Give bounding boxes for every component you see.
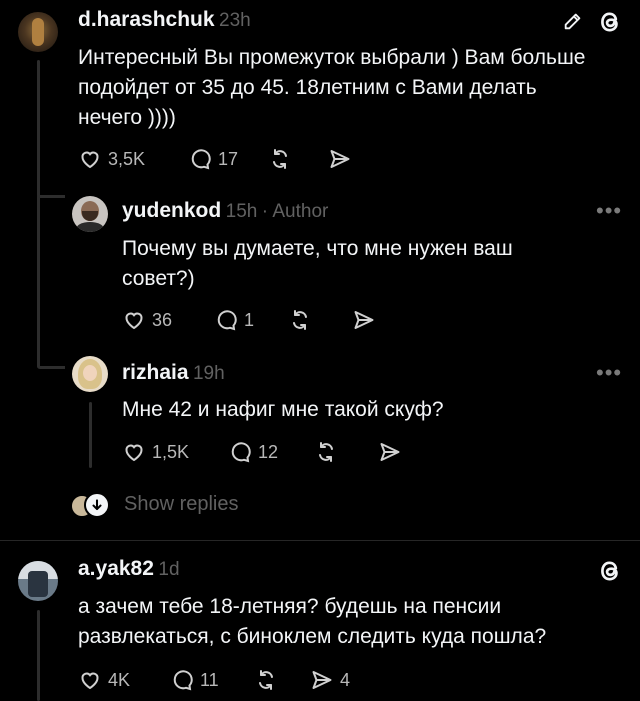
share-icon bbox=[312, 671, 332, 689]
reply-count: 12 bbox=[258, 441, 279, 462]
share-icon bbox=[330, 150, 350, 168]
thread-line bbox=[37, 610, 40, 701]
author-badge: · Author bbox=[261, 201, 329, 222]
thread-line bbox=[89, 402, 92, 468]
more-options-button[interactable]: ••• bbox=[596, 360, 622, 386]
comment-icon bbox=[173, 670, 193, 691]
reply-button[interactable]: 1 bbox=[214, 308, 288, 332]
share-icon bbox=[354, 311, 374, 329]
share-button[interactable] bbox=[328, 147, 352, 171]
username[interactable]: a.yak82 bbox=[78, 557, 154, 580]
threads-icon[interactable] bbox=[596, 557, 624, 590]
reply-count: 11 bbox=[200, 669, 219, 690]
repost-icon bbox=[319, 442, 333, 462]
thread-line bbox=[37, 60, 40, 368]
edit-icon[interactable] bbox=[562, 10, 584, 37]
comment-text-line: а зачем тебе 18-летняя? будешь на пенсии bbox=[78, 595, 502, 618]
avatar[interactable] bbox=[72, 196, 108, 232]
like-button[interactable]: 36 bbox=[122, 308, 214, 332]
like-count: 4K bbox=[108, 669, 131, 690]
avatar[interactable] bbox=[18, 12, 58, 52]
timestamp: 19h bbox=[192, 363, 225, 384]
divider bbox=[0, 540, 640, 541]
avatar[interactable] bbox=[18, 561, 58, 601]
share-button[interactable]: 4 bbox=[310, 668, 350, 692]
show-replies-label: Show replies bbox=[124, 492, 239, 515]
thread-connector bbox=[37, 366, 65, 369]
repost-button[interactable] bbox=[254, 668, 310, 692]
threads-icon[interactable] bbox=[596, 8, 624, 41]
heart-icon bbox=[125, 444, 143, 462]
repost-button[interactable] bbox=[268, 147, 328, 171]
comment-text-line: развлекаться, с биноклем следить куда по… bbox=[78, 625, 547, 648]
comment-text-line: Интересный Вы промежуток выбрали ) Вам б… bbox=[78, 46, 586, 69]
comment-icon bbox=[231, 442, 251, 463]
more-options-button[interactable]: ••• bbox=[596, 198, 622, 224]
comment-text-line: совет?) bbox=[122, 267, 195, 290]
timestamp: 1d bbox=[158, 559, 180, 580]
comment-text-line: Почему вы думаете, что мне нужен ваш bbox=[122, 237, 513, 260]
username[interactable]: rizhaia bbox=[122, 361, 189, 384]
timestamp: 23h bbox=[219, 10, 251, 31]
like-button[interactable]: 1,5K bbox=[122, 440, 228, 464]
avatar[interactable] bbox=[72, 356, 108, 392]
share-icon bbox=[380, 443, 400, 461]
username[interactable]: d.harashchuk bbox=[78, 8, 215, 31]
like-count: 3,5K bbox=[108, 148, 146, 169]
comment-icon bbox=[191, 149, 211, 170]
heart-icon bbox=[81, 151, 99, 169]
repost-button[interactable] bbox=[288, 308, 352, 332]
like-count: 1,5K bbox=[152, 441, 190, 462]
comment-text-line: Мне 42 и нафиг мне такой скуф? bbox=[122, 398, 444, 421]
repost-button[interactable] bbox=[314, 440, 378, 464]
share-button[interactable] bbox=[378, 440, 402, 464]
like-button[interactable]: 3,5K bbox=[78, 147, 188, 171]
like-button[interactable]: 4K bbox=[78, 668, 170, 692]
like-count: 36 bbox=[152, 309, 173, 330]
heart-icon bbox=[81, 672, 99, 690]
thread-connector bbox=[37, 195, 65, 198]
reply-button[interactable]: 11 bbox=[170, 668, 254, 692]
reply-count: 1 bbox=[244, 309, 255, 330]
repost-icon bbox=[259, 670, 273, 690]
comment-text-line: нечего )))) bbox=[78, 106, 176, 129]
username[interactable]: yudenkod bbox=[122, 199, 221, 222]
repost-icon bbox=[273, 149, 287, 169]
arrow-down-icon bbox=[84, 492, 110, 518]
share-button[interactable] bbox=[352, 308, 376, 332]
share-count: 4 bbox=[340, 669, 351, 690]
show-replies-button[interactable]: Show replies bbox=[70, 492, 239, 518]
reply-count: 17 bbox=[218, 148, 239, 169]
repost-icon bbox=[293, 310, 307, 330]
comment-text-line: подойдет от 35 до 45. 18летним с Вами де… bbox=[78, 76, 537, 99]
timestamp: 15h bbox=[225, 201, 258, 222]
reply-avatars bbox=[70, 492, 110, 518]
heart-icon bbox=[125, 312, 143, 330]
comment-icon bbox=[217, 310, 237, 331]
reply-button[interactable]: 17 bbox=[188, 147, 268, 171]
reply-button[interactable]: 12 bbox=[228, 440, 314, 464]
